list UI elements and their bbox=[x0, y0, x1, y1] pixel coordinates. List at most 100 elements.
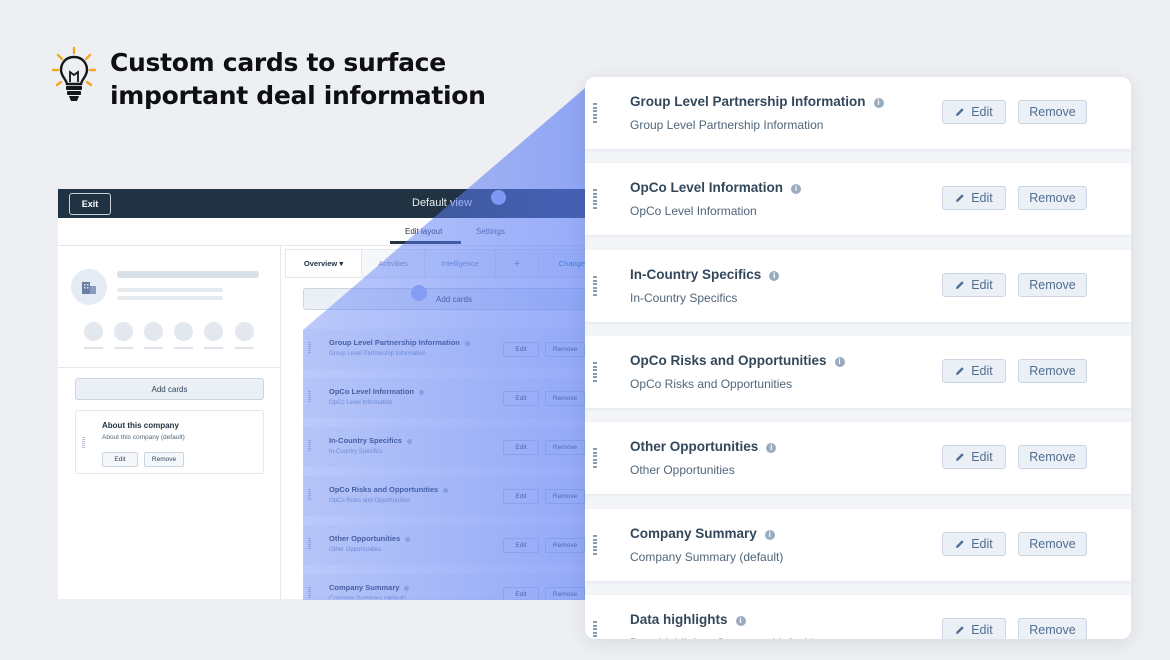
info-icon bbox=[405, 536, 411, 542]
headline-line-2: important deal information bbox=[110, 81, 486, 110]
drag-handle-icon[interactable] bbox=[308, 342, 311, 354]
edit-button[interactable]: Edit bbox=[942, 273, 1006, 297]
remove-button[interactable]: Remove bbox=[1018, 273, 1087, 297]
edit-button[interactable]: Edit bbox=[942, 532, 1006, 556]
card-title: Group Level Partnership Information bbox=[329, 338, 470, 347]
pencil-icon bbox=[956, 540, 964, 548]
headline: Custom cards to surface important deal i… bbox=[52, 46, 486, 112]
card-subtitle: In-Country Specifics bbox=[630, 291, 738, 305]
info-icon: i bbox=[769, 271, 780, 281]
pencil-icon bbox=[956, 367, 964, 375]
edit-button[interactable]: Edit bbox=[503, 391, 539, 406]
drag-handle-icon[interactable] bbox=[593, 276, 597, 297]
info-icon bbox=[419, 389, 425, 395]
card-subtitle: Group Level Partnership Information bbox=[329, 351, 426, 357]
action-circle[interactable] bbox=[84, 322, 103, 341]
drag-handle-icon[interactable] bbox=[308, 391, 311, 403]
edit-button[interactable]: Edit bbox=[942, 100, 1006, 124]
info-icon bbox=[443, 487, 449, 493]
placeholder-bar bbox=[117, 288, 223, 292]
add-cards-button[interactable]: Add cards bbox=[303, 288, 598, 310]
edit-button[interactable]: Edit bbox=[942, 359, 1006, 383]
action-circle[interactable] bbox=[174, 322, 193, 341]
highlight-dot bbox=[491, 190, 506, 205]
card-subtitle: Company Summary (default) bbox=[630, 550, 784, 564]
layout-subtabs: Edit layout Settings bbox=[58, 218, 598, 246]
info-icon bbox=[406, 438, 412, 444]
info-icon bbox=[464, 340, 470, 346]
remove-button[interactable]: Remove bbox=[144, 452, 184, 467]
card-subtitle: OpCo Level Information bbox=[329, 400, 393, 406]
action-circle[interactable] bbox=[235, 322, 254, 341]
edit-button[interactable]: Edit bbox=[503, 489, 539, 504]
drag-handle-icon[interactable] bbox=[593, 189, 597, 210]
edit-button[interactable]: Edit bbox=[942, 186, 1006, 210]
card-title: About this company bbox=[102, 421, 179, 430]
edit-button[interactable]: Edit bbox=[942, 445, 1006, 469]
layout-card: OpCo Risks and Opportunities OpCo Risks a… bbox=[303, 476, 598, 516]
card-subtitle: Company Summary (default) bbox=[329, 596, 406, 599]
remove-button[interactable]: Remove bbox=[1018, 100, 1087, 124]
action-circle[interactable] bbox=[204, 322, 223, 341]
card-title: OpCo Risks and Opportunities i bbox=[630, 353, 845, 368]
remove-button[interactable]: Remove bbox=[1018, 359, 1087, 383]
placeholder-bar bbox=[84, 347, 103, 349]
highlight-dot bbox=[411, 285, 427, 301]
card-subtitle: OpCo Risks and Opportunities bbox=[329, 498, 411, 504]
card-subtitle: In-Country Specifics bbox=[329, 449, 383, 455]
tab-activities[interactable]: Activities bbox=[361, 249, 425, 277]
drag-handle-icon[interactable] bbox=[308, 538, 311, 550]
building-icon bbox=[82, 282, 96, 294]
company-avatar bbox=[71, 269, 107, 305]
edit-button[interactable]: Edit bbox=[503, 440, 539, 455]
remove-button[interactable]: Remove bbox=[1018, 532, 1087, 556]
drag-handle-icon[interactable] bbox=[593, 621, 597, 639]
drag-handle-icon[interactable] bbox=[593, 103, 597, 124]
remove-button[interactable]: Remove bbox=[1018, 618, 1087, 639]
remove-button[interactable]: Remove bbox=[545, 489, 585, 504]
drag-handle-icon[interactable] bbox=[82, 437, 85, 449]
pencil-icon bbox=[956, 108, 964, 116]
add-tab-button[interactable]: + bbox=[495, 249, 539, 277]
info-icon: i bbox=[873, 98, 884, 108]
tab-overview[interactable]: Overview ▾ bbox=[285, 249, 362, 277]
remove-button[interactable]: Remove bbox=[545, 538, 585, 553]
edit-button[interactable]: Edit bbox=[942, 618, 1006, 639]
action-circle[interactable] bbox=[144, 322, 163, 341]
card-title: Other Opportunities i bbox=[630, 439, 777, 454]
drag-handle-icon[interactable] bbox=[308, 587, 311, 599]
remove-button[interactable]: Remove bbox=[545, 440, 585, 455]
drag-handle-icon[interactable] bbox=[593, 362, 597, 383]
remove-button[interactable]: Remove bbox=[1018, 186, 1087, 210]
layout-card: Group Level Partnership Information Group… bbox=[303, 329, 598, 369]
drag-handle-icon[interactable] bbox=[593, 535, 597, 556]
card-title: OpCo Risks and Opportunities bbox=[329, 485, 449, 494]
card-subtitle: Data highlights: Company (default) bbox=[630, 636, 815, 639]
drag-handle-icon[interactable] bbox=[308, 440, 311, 452]
lightbulb-icon bbox=[52, 46, 96, 101]
edit-button[interactable]: Edit bbox=[503, 342, 539, 357]
add-cards-button[interactable]: Add cards bbox=[75, 378, 264, 400]
pencil-icon bbox=[956, 453, 964, 461]
drag-handle-icon[interactable] bbox=[308, 489, 311, 501]
card-title: OpCo Level Information i bbox=[630, 180, 802, 195]
action-circle[interactable] bbox=[114, 322, 133, 341]
remove-button[interactable]: Remove bbox=[1018, 445, 1087, 469]
tab-edit-layout[interactable]: Edit layout bbox=[405, 227, 442, 236]
layout-card: Group Level Partnership Information i Grou… bbox=[585, 77, 1131, 149]
remove-button[interactable]: Remove bbox=[545, 342, 585, 357]
card-title: In-Country Specifics bbox=[329, 436, 412, 445]
pencil-icon bbox=[956, 281, 964, 289]
tab-settings[interactable]: Settings bbox=[476, 227, 505, 236]
edit-button[interactable]: Edit bbox=[503, 587, 539, 599]
edit-button[interactable]: Edit bbox=[102, 452, 138, 467]
edit-button[interactable]: Edit bbox=[503, 538, 539, 553]
exit-button[interactable]: Exit bbox=[69, 193, 111, 215]
info-icon: i bbox=[735, 616, 746, 626]
card-title: OpCo Level Information bbox=[329, 387, 425, 396]
tab-intelligence[interactable]: Intelligence bbox=[424, 249, 496, 277]
remove-button[interactable]: Remove bbox=[545, 587, 585, 599]
drag-handle-icon[interactable] bbox=[593, 448, 597, 469]
card-subtitle: Other Opportunities bbox=[329, 547, 382, 553]
remove-button[interactable]: Remove bbox=[545, 391, 585, 406]
